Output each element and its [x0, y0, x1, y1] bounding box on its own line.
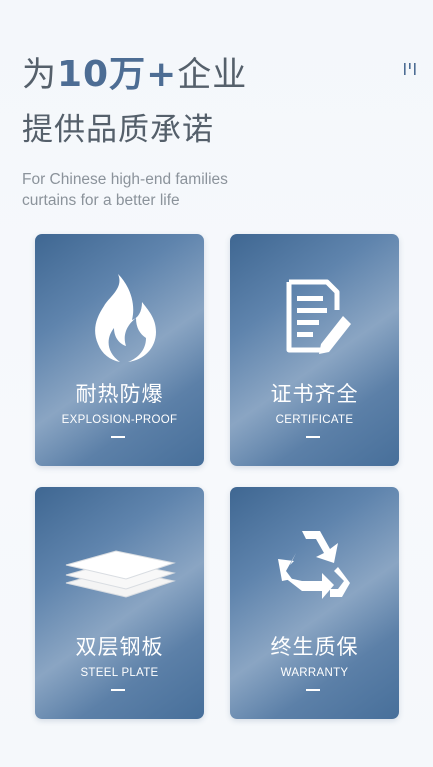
feature-subtitle: CERTIFICATE — [275, 414, 354, 426]
feature-subtitle: STEEL PLATE — [80, 667, 159, 679]
divider — [111, 436, 125, 438]
feature-title: 耐热防爆 — [75, 382, 164, 406]
feature-card-warranty: 终生质保 WARRANTY — [230, 487, 399, 719]
plate-layers-icon — [65, 550, 176, 598]
feature-grid: 耐热防爆 EXPLOSION-PROOF 证书齐全 CERTIFICATE 双层… — [35, 234, 399, 719]
title-prefix: 为 — [22, 55, 57, 95]
document-pen-icon — [286, 279, 351, 354]
decorative-mark-icon — [404, 63, 416, 75]
divider — [306, 436, 320, 438]
feature-card-certificate: 证书齐全 CERTIFICATE — [230, 234, 399, 466]
subtitle: For Chinese high-end families curtains f… — [22, 169, 412, 211]
feature-title: 终生质保 — [270, 635, 359, 659]
subtitle-line2: curtains for a better life — [22, 192, 180, 209]
feature-title: 证书齐全 — [270, 382, 359, 406]
page-title-line2: 提供品质承诺 — [22, 112, 214, 148]
recycle-icon — [277, 531, 350, 599]
feature-subtitle: WARRANTY — [280, 667, 349, 679]
page-title: 为10万+企业 — [22, 52, 412, 98]
divider — [306, 689, 320, 691]
flame-icon — [94, 274, 156, 362]
feature-title: 双层钢板 — [75, 635, 164, 659]
header: 为10万+企业 提供品质承诺 For Chinese high-end fami… — [22, 52, 412, 211]
title-suffix: 企业 — [177, 55, 248, 95]
subtitle-line1: For Chinese high-end families — [22, 171, 228, 188]
title-accent: 10万+ — [57, 54, 178, 95]
feature-subtitle: EXPLOSION-PROOF — [61, 414, 178, 426]
feature-card-explosion-proof: 耐热防爆 EXPLOSION-PROOF — [35, 234, 204, 466]
divider — [111, 689, 125, 691]
feature-card-steel-plate: 双层钢板 STEEL PLATE — [35, 487, 204, 719]
